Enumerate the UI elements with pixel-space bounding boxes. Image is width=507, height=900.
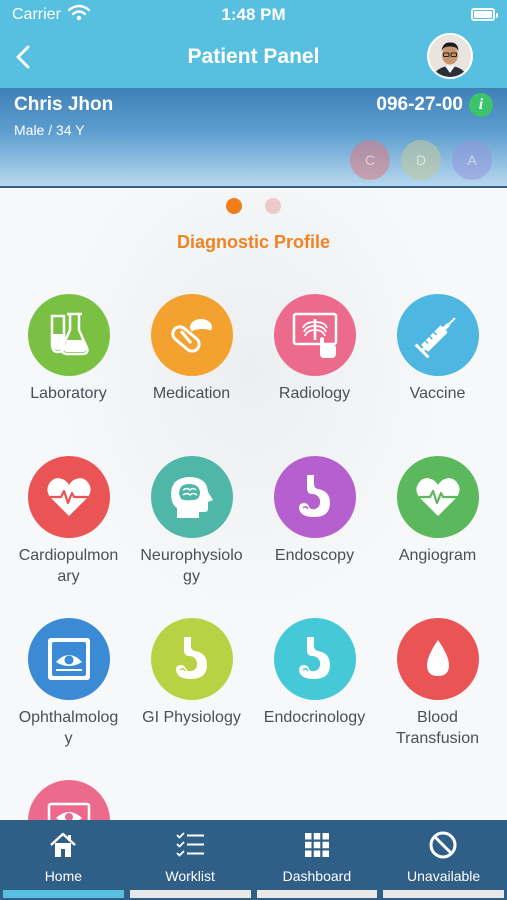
tab-indicator	[3, 890, 124, 898]
diagnostic-content: Diagnostic Profile Laboratory Medication	[0, 190, 507, 820]
tab-label: Worklist	[165, 868, 215, 884]
brain-icon	[170, 477, 213, 518]
tile-label-line: Cardiopulmon	[18, 547, 119, 564]
block-icon	[428, 830, 458, 860]
heart-pulse-icon	[415, 478, 460, 516]
tile-label: Angiogram	[398, 547, 477, 564]
tile-circle	[273, 456, 356, 538]
home-icon	[48, 830, 78, 860]
tile-circle	[396, 456, 479, 538]
profile-radiology[interactable]: Radiology	[253, 294, 376, 404]
pills-icon	[170, 319, 212, 353]
tile-circle	[27, 780, 110, 820]
tab-unavailable[interactable]: Unavailable	[380, 820, 507, 900]
tile-label-line: gy	[183, 568, 200, 585]
tile-circle	[27, 294, 110, 376]
tab-bar: Home Worklist Dashboard Unavailable	[0, 820, 507, 900]
blood-drop-icon	[426, 640, 449, 676]
tile-circle	[396, 618, 479, 700]
checklist-icon	[175, 830, 205, 860]
profile-medication[interactable]: Medication	[130, 294, 253, 404]
tab-indicator	[256, 890, 378, 898]
profile-angiogram[interactable]: Angiogram	[376, 456, 499, 566]
battery-icon	[471, 8, 498, 21]
tile-label: GI Physiology	[142, 709, 241, 726]
tab-indicator	[129, 890, 251, 898]
info-button[interactable]: i	[469, 93, 493, 117]
tile-circle	[273, 618, 356, 700]
navigation-bar: Patient Panel	[0, 30, 507, 88]
tile-label-line: Transfusion	[396, 730, 479, 747]
tile-label: Laboratory	[30, 385, 107, 402]
badge-c[interactable]: C	[350, 140, 390, 180]
profile-gi-physiology[interactable]: GI Physiology	[130, 618, 253, 728]
tile-label-line: Ophthalmolog	[18, 709, 119, 726]
stomach-icon	[298, 637, 330, 679]
tab-indicator	[383, 890, 504, 898]
tile-label: Radiology	[278, 385, 351, 402]
tab-worklist[interactable]: Worklist	[127, 820, 254, 900]
tile-circle	[27, 618, 110, 700]
page-indicator	[0, 198, 507, 216]
status-bar: Carrier 1:48 PM	[0, 0, 507, 30]
profile-vaccine[interactable]: Vaccine	[376, 294, 499, 404]
tab-label: Home	[44, 868, 83, 884]
profile-endocrinology[interactable]: Endocrinology	[253, 618, 376, 728]
profile-ophthalmology[interactable]: Ophthalmolog y	[7, 618, 130, 749]
tab-home[interactable]: Home	[0, 820, 127, 900]
tile-circle	[150, 456, 233, 538]
patient-card: Chris Jhon Male / 34 Y 096-27-00 i C D A	[0, 88, 507, 188]
profile-blood-transfusion[interactable]: Blood Transfusion	[376, 618, 499, 749]
tab-dashboard[interactable]: Dashboard	[254, 820, 381, 900]
tile-label-line: ary	[57, 568, 80, 585]
flask-icon	[50, 312, 89, 356]
stomach-icon	[175, 637, 207, 679]
tile-label-line: Blood	[417, 709, 458, 726]
stomach-icon	[298, 475, 330, 517]
tab-label: Unavailable	[407, 868, 481, 884]
tile-label: Neurophysiolo gy	[130, 545, 253, 587]
status-badges: C D A	[350, 140, 495, 182]
tile-label: Cardiopulmon ary	[7, 545, 130, 587]
tile-label: Vaccine	[409, 385, 466, 402]
syringe-icon	[414, 317, 456, 359]
tile-label: Blood Transfusion	[376, 707, 499, 749]
grid-icon	[302, 830, 332, 860]
profile-cardiopulmonary[interactable]: Cardiopulmon ary	[7, 456, 130, 587]
patient-gender-age: Male / 34 Y	[14, 122, 85, 138]
header-bar: Carrier 1:48 PM Patient Panel	[0, 0, 507, 88]
profile-partial-item[interactable]	[7, 780, 130, 820]
section-title: Diagnostic Profile	[176, 232, 331, 252]
profile-laboratory[interactable]: Laboratory	[7, 294, 130, 404]
tile-label: Ophthalmolog y	[7, 707, 130, 749]
xray-icon	[292, 312, 337, 358]
patient-id: 096-27-00	[376, 94, 463, 115]
user-avatar[interactable]	[427, 33, 473, 79]
tile-circle	[150, 618, 233, 700]
tile-circle	[150, 294, 233, 376]
status-time: 1:48 PM	[221, 5, 286, 24]
profile-endoscopy[interactable]: Endoscopy	[253, 456, 376, 566]
heart-pulse-icon	[46, 478, 91, 516]
badge-a[interactable]: A	[452, 140, 492, 180]
tile-label: Endoscopy	[274, 547, 355, 564]
avatar-image	[429, 35, 471, 77]
eye-scan-icon	[47, 638, 90, 680]
tile-circle	[273, 294, 356, 376]
patient-name: Chris Jhon	[14, 94, 114, 115]
page-dot-2[interactable]	[264, 198, 281, 214]
tile-label-line: y	[64, 730, 73, 747]
tile-circle	[396, 294, 479, 376]
tile-label: Endocrinology	[263, 709, 366, 726]
profile-neurophysiology[interactable]: Neurophysiolo gy	[130, 456, 253, 587]
tile-label-line: Neurophysiolo	[140, 547, 243, 564]
badge-d[interactable]: D	[401, 140, 441, 180]
eye-card-icon	[47, 802, 90, 820]
tile-circle	[27, 456, 110, 538]
tile-label: Medication	[152, 385, 231, 402]
tab-label: Dashboard	[282, 868, 352, 884]
page-dot-1[interactable]	[226, 198, 243, 214]
